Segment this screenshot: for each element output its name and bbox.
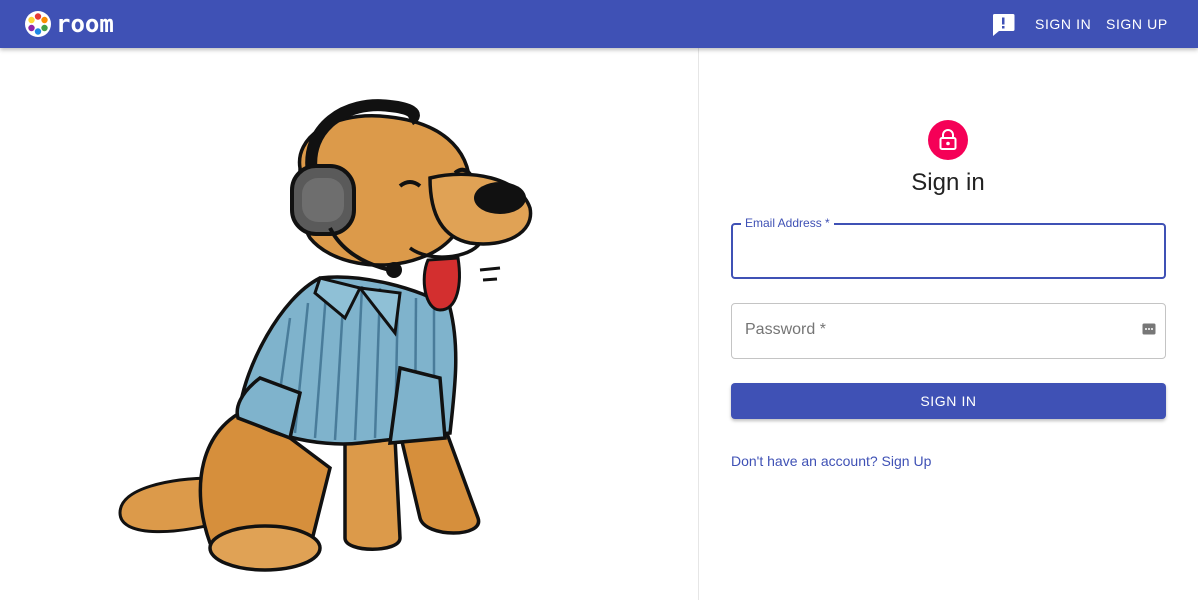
dog-illustration xyxy=(118,99,533,572)
email-label: Email Address * xyxy=(741,215,834,231)
panel-divider xyxy=(698,48,699,600)
email-field[interactable] xyxy=(731,223,1166,279)
sign-in-title: Sign in xyxy=(911,169,985,196)
nav-sign-up-button[interactable]: SIGN UP xyxy=(1106,12,1168,36)
email-input[interactable] xyxy=(745,235,1135,269)
lock-icon xyxy=(939,129,957,150)
sign-in-submit-button[interactable]: SIGN IN xyxy=(731,383,1166,419)
app-bar: room SIGN IN SIGN UP xyxy=(0,0,1198,48)
brand-name: room xyxy=(56,10,114,38)
sign-up-link[interactable]: Don't have an account? Sign Up xyxy=(731,452,931,470)
password-manager-icon[interactable] xyxy=(1142,322,1156,336)
logo-mark-icon xyxy=(25,11,51,37)
brand-logo[interactable]: room xyxy=(24,10,114,38)
feedback-icon xyxy=(993,14,1015,36)
nav-sign-in-button[interactable]: SIGN IN xyxy=(1035,12,1091,36)
password-label: Password * xyxy=(745,321,826,338)
lock-avatar xyxy=(928,120,968,160)
feedback-button[interactable] xyxy=(988,10,1018,38)
